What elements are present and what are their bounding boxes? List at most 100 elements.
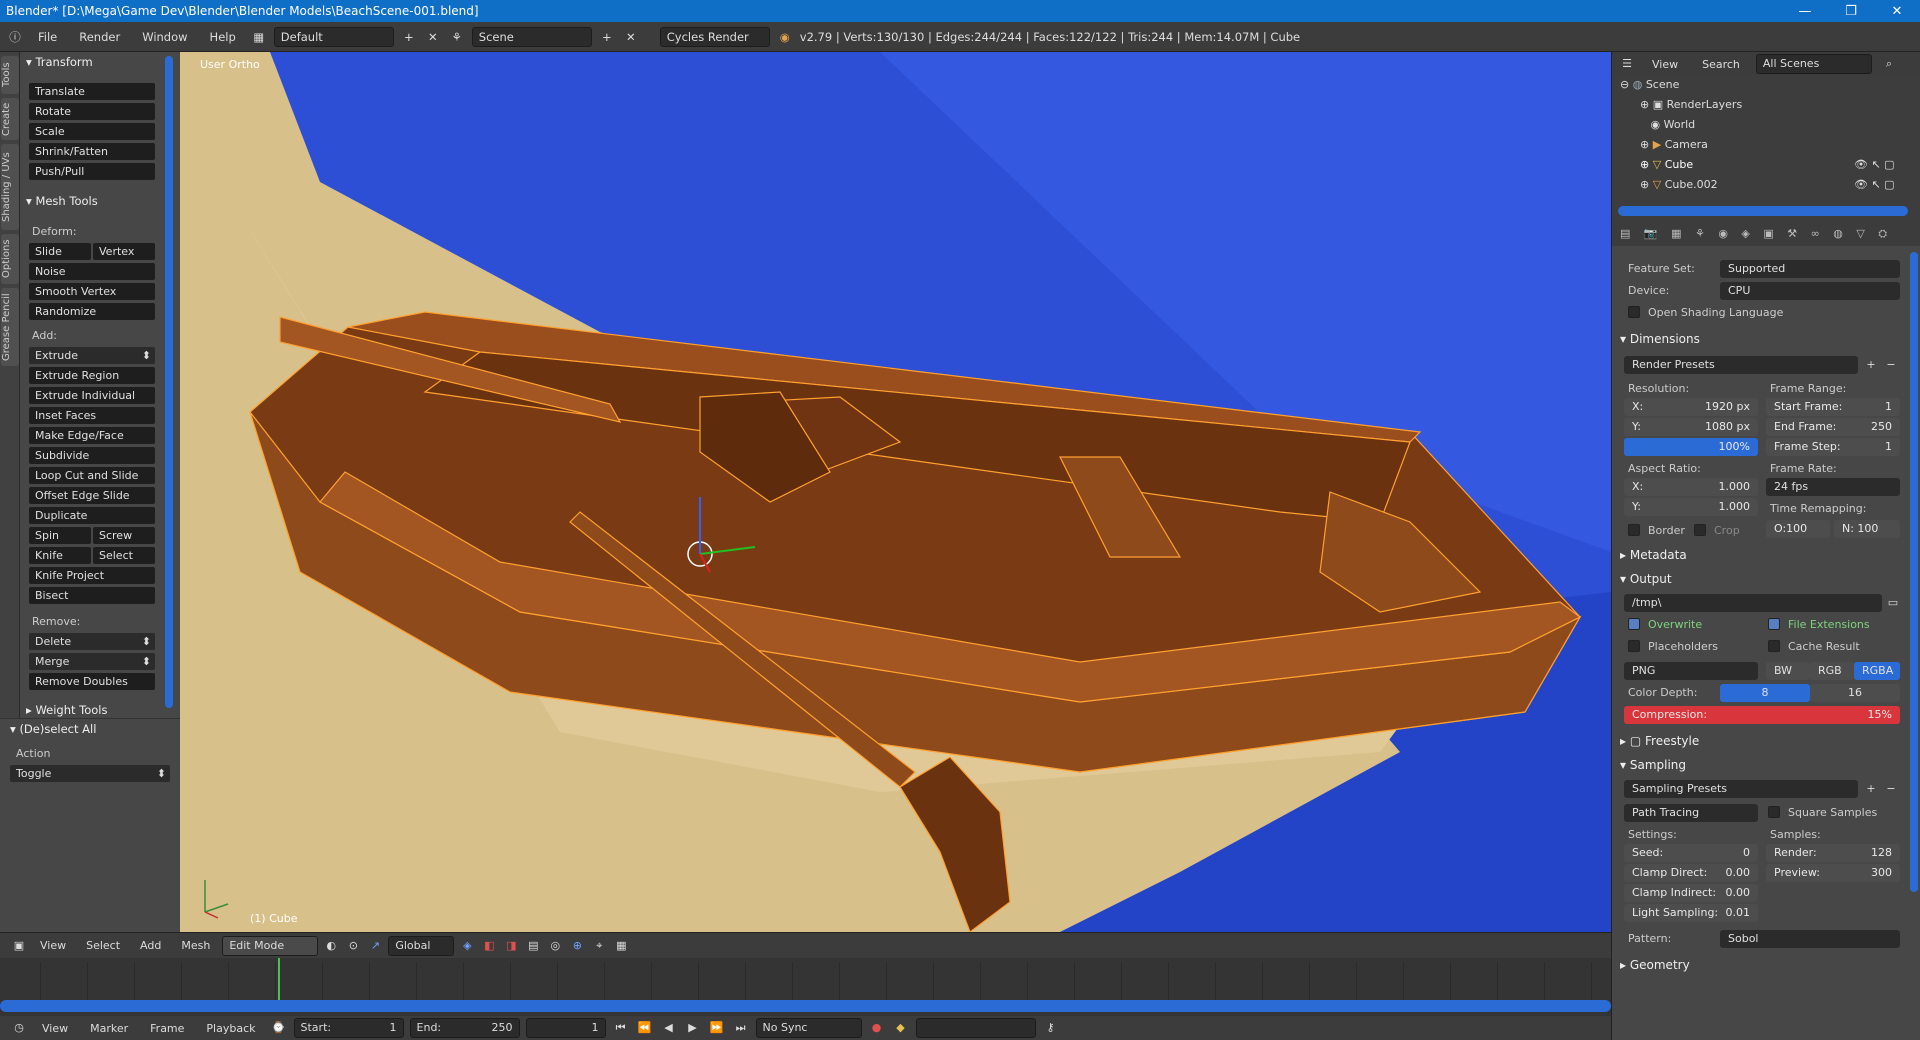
keying-icon[interactable]: ◆	[892, 1019, 910, 1037]
snap-target-icon[interactable]: ⌖	[590, 937, 608, 955]
resolution-y-field[interactable]: Y: 1080 px	[1624, 418, 1758, 436]
rgba-button[interactable]: RGBA	[1854, 662, 1900, 680]
snap-icon[interactable]: ⊕	[568, 937, 586, 955]
extrude-individual-button[interactable]: Extrude Individual	[29, 387, 155, 404]
delete-dropdown[interactable]: Delete ⬍	[29, 633, 155, 650]
rgb-button[interactable]: RGB	[1810, 662, 1854, 680]
next-keyframe-icon[interactable]: ⏩	[708, 1019, 726, 1037]
panel-transform[interactable]: ▾ Transform	[20, 52, 93, 72]
properties-context-tabs[interactable]: ▤ 📷 ▦ ⚘ ◉ ◈ ▣ ⚒ ∞ ◍ ▽ ⛭	[1612, 222, 1920, 246]
menu-view[interactable]: View	[32, 939, 74, 952]
pivot-icon[interactable]: ⊙	[344, 937, 362, 955]
outliner-editor-icon[interactable]: ☰	[1618, 55, 1636, 73]
render-presets-dropdown[interactable]: Render Presets	[1624, 356, 1858, 374]
current-frame-field[interactable]: 1	[525, 1018, 606, 1038]
render-preview-icon[interactable]: ▦	[612, 937, 630, 955]
menu-select[interactable]: Select	[78, 939, 128, 952]
panel-sampling[interactable]: ▾ Sampling	[1620, 758, 1686, 772]
slide-edge-button[interactable]: Slide Edge	[29, 243, 91, 275]
scale-button[interactable]: Scale	[29, 123, 155, 140]
menu-file[interactable]: File	[30, 30, 65, 44]
end-frame-field[interactable]: End: 250	[409, 1018, 520, 1038]
search-icon[interactable]: ⌕	[1880, 55, 1898, 73]
resolution-x-field[interactable]: X: 1920 px	[1624, 398, 1758, 416]
outliner-item-cube002[interactable]: ⊕ ▽ Cube.002	[1640, 178, 1718, 191]
preview-samples-field[interactable]: Preview: 300	[1766, 864, 1900, 882]
screw-button[interactable]: Screw	[93, 527, 155, 544]
layout-selector[interactable]: Default	[273, 26, 394, 47]
clamp-direct-field[interactable]: Clamp Direct: 0.00	[1624, 864, 1758, 882]
play-icon[interactable]: ▶	[684, 1019, 702, 1037]
proportional-edit-icon[interactable]: ◎	[546, 937, 564, 955]
outliner-item-renderlayers[interactable]: ⊕ ▣ RenderLayers	[1640, 98, 1742, 111]
panel-deselect-all[interactable]: ▾ (De)select All	[0, 719, 180, 739]
jump-start-icon[interactable]: ⏮	[612, 1019, 630, 1037]
minimize-icon[interactable]: —	[1782, 4, 1828, 19]
cache-result-checkbox[interactable]	[1768, 640, 1780, 652]
tab-grease-pencil[interactable]: Grease Pencil	[1, 288, 19, 366]
osl-checkbox[interactable]	[1628, 306, 1640, 318]
knife-select-button[interactable]: Select	[93, 547, 155, 564]
square-samples-checkbox[interactable]	[1768, 806, 1780, 818]
keying-set-field[interactable]	[915, 1018, 1036, 1038]
panel-mesh-tools[interactable]: ▾ Mesh Tools	[20, 191, 98, 211]
placeholders-checkbox[interactable]	[1628, 640, 1640, 652]
clamp-indirect-field[interactable]: Clamp Indirect: 0.00	[1624, 884, 1758, 902]
depth-16-button[interactable]: 16	[1810, 684, 1900, 702]
frame-step-field[interactable]: Frame Step: 1	[1766, 438, 1900, 456]
end-frame-field[interactable]: End Frame: 250	[1766, 418, 1900, 436]
knife-button[interactable]: Knife	[29, 547, 91, 564]
compression-slider[interactable]: Compression: 15%	[1624, 706, 1900, 724]
remove-scene-icon[interactable]: ✕	[622, 28, 640, 46]
frame-rate-dropdown[interactable]: 24 fps	[1766, 478, 1900, 496]
insert-keyframe-icon[interactable]: ⚷	[1042, 1019, 1060, 1037]
depth-8-button[interactable]: 8	[1720, 684, 1810, 702]
resolution-percent-slider[interactable]: 100%	[1624, 438, 1758, 456]
panel-freestyle[interactable]: ▸ ▢ Freestyle	[1620, 734, 1699, 748]
remap-new-field[interactable]: N: 100	[1834, 520, 1900, 538]
file-format-dropdown[interactable]: PNG	[1624, 662, 1758, 680]
outliner-search-menu[interactable]: Search	[1694, 58, 1748, 71]
timeline-scrollbar[interactable]	[0, 1000, 1611, 1012]
scene-selector[interactable]: Scene	[471, 26, 592, 47]
shrink-fatten-button[interactable]: Shrink/Fatten	[29, 143, 155, 160]
tab-tools[interactable]: Tools	[1, 56, 19, 94]
add-scene-icon[interactable]: +	[598, 28, 616, 46]
properties-scrollbar[interactable]	[1910, 252, 1918, 892]
prev-keyframe-icon[interactable]: ⏪	[636, 1019, 654, 1037]
jump-end-icon[interactable]: ⏭	[732, 1019, 750, 1037]
bisect-button[interactable]: Bisect	[29, 587, 155, 604]
remove-sampling-preset-icon[interactable]: −	[1882, 780, 1900, 798]
panel-output[interactable]: ▾ Output	[1620, 572, 1672, 586]
subdivide-button[interactable]: Subdivide	[29, 447, 155, 464]
smooth-vertex-button[interactable]: Smooth Vertex	[29, 283, 155, 300]
render-engine-selector[interactable]: Cycles Render	[659, 26, 770, 47]
panel-dimensions[interactable]: ▾ Dimensions	[1620, 332, 1700, 346]
rotate-button[interactable]: Rotate	[29, 103, 155, 120]
visibility-eye-icon[interactable]: 👁 ↖ ▢	[1854, 178, 1895, 191]
edge-select-icon[interactable]: ◧	[480, 937, 498, 955]
push-pull-button[interactable]: Push/Pull	[29, 163, 155, 180]
menu-timeline-view[interactable]: View	[34, 1022, 76, 1035]
menu-render[interactable]: Render	[71, 30, 128, 44]
light-sampling-field[interactable]: Light Sampling: 0.01	[1624, 904, 1758, 922]
pattern-dropdown[interactable]: Sobol	[1720, 930, 1900, 948]
face-select-icon[interactable]: ◨	[502, 937, 520, 955]
panel-geometry[interactable]: ▸ Geometry	[1620, 958, 1690, 972]
manipulator-icon[interactable]: ↗	[366, 937, 384, 955]
sync-selector[interactable]: No Sync	[755, 1018, 862, 1038]
extrude-dropdown[interactable]: Extrude ⬍	[29, 347, 155, 364]
outliner-item-scene[interactable]: ⊖ ◍ Scene	[1620, 78, 1679, 91]
remove-layout-icon[interactable]: ✕	[424, 28, 442, 46]
output-path-field[interactable]: /tmp\	[1624, 594, 1882, 612]
action-dropdown[interactable]: Toggle ⬍	[10, 765, 170, 782]
menu-help[interactable]: Help	[202, 30, 244, 44]
3d-viewport[interactable]: User Ortho (1) Cube	[180, 52, 1611, 932]
add-layout-icon[interactable]: +	[400, 28, 418, 46]
mode-selector[interactable]: Edit Mode	[222, 935, 319, 956]
remap-old-field[interactable]: O:100	[1766, 520, 1830, 538]
range-icon[interactable]: ⌚	[270, 1019, 288, 1037]
remove-doubles-button[interactable]: Remove Doubles	[29, 673, 155, 690]
spin-button[interactable]: Spin	[29, 527, 91, 544]
file-extensions-checkbox[interactable]	[1768, 618, 1780, 630]
